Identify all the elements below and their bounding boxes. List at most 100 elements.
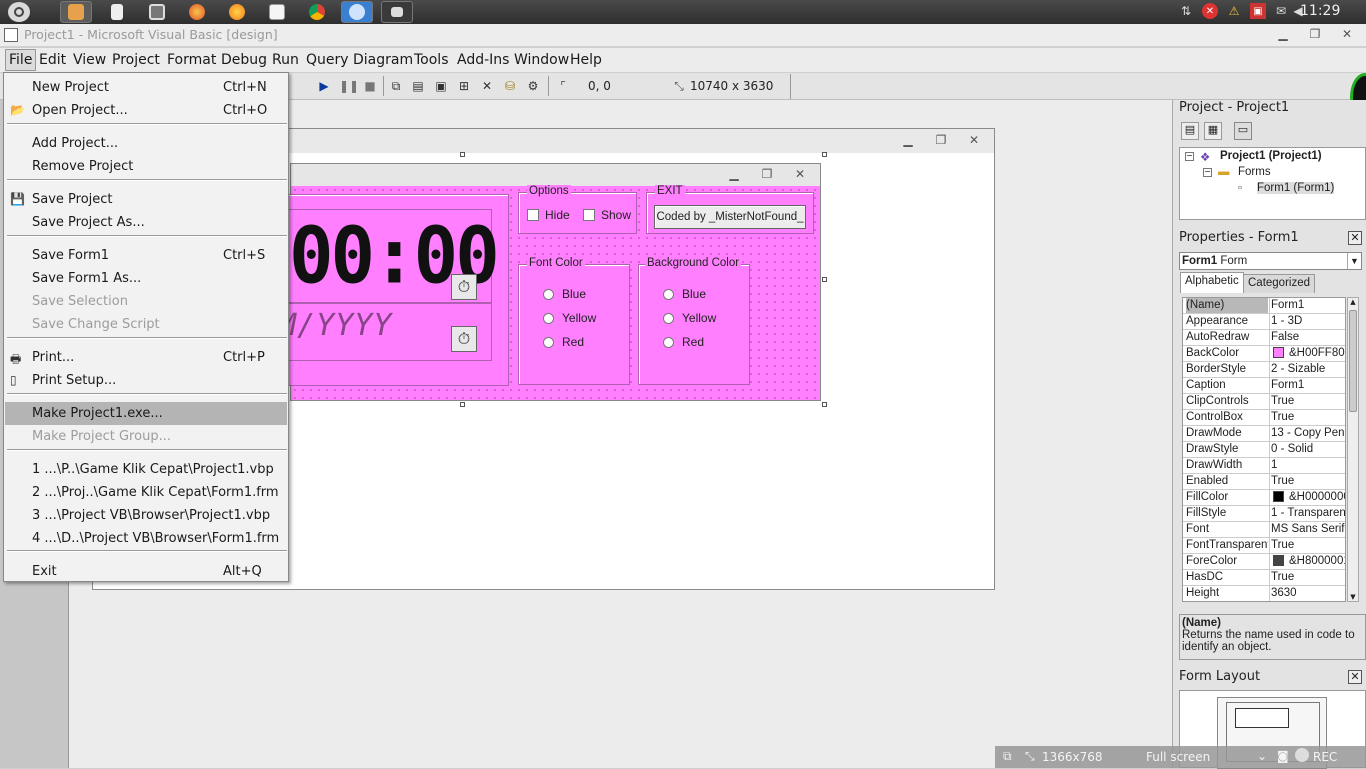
file-menu-item-open-project[interactable]: 📂 Open Project... Ctrl+O <box>5 99 287 122</box>
tree-form1-node[interactable]: Form1 (Form1) <box>1257 182 1335 194</box>
sizing-handle[interactable] <box>822 402 827 407</box>
form-position-preview[interactable] <box>1235 708 1289 728</box>
file-menu-item-save-form1[interactable]: Save Form1 Ctrl+S <box>5 244 287 267</box>
menu-run[interactable]: Run <box>272 52 299 68</box>
property-value-cell[interactable]: 2 - Sizable <box>1269 362 1345 377</box>
sizing-handle[interactable] <box>822 152 827 157</box>
object-browser-icon[interactable]: ⊞ <box>455 77 473 95</box>
bg-yellow-radio[interactable]: Yellow <box>663 311 716 325</box>
form-layout-close-icon[interactable]: ✕ <box>1348 670 1362 684</box>
property-value-cell[interactable]: MS Sans Serif <box>1269 522 1345 537</box>
file-menu-item-add-project[interactable]: Add Project... <box>5 132 287 155</box>
sizing-handle[interactable] <box>822 277 827 282</box>
form-maximize-button[interactable]: ❐ <box>758 167 776 183</box>
property-row[interactable]: BackColor&H00FF80FF& <box>1183 346 1345 362</box>
designer-minimize-button[interactable]: ▁ <box>899 133 917 149</box>
monitor-icon[interactable]: ▣ <box>1250 3 1266 19</box>
sizing-handle[interactable] <box>460 402 465 407</box>
form-layout-icon[interactable]: ▣ <box>432 77 450 95</box>
font-yellow-radio[interactable]: Yellow <box>543 311 596 325</box>
firefox-icon[interactable] <box>181 1 213 23</box>
close-button[interactable]: ✕ <box>1338 27 1356 43</box>
file-menu-item-1-p-game-klik-cepat-project1-vbp[interactable]: 1 ...\P..\Game Klik Cepat\Project1.vbp <box>5 458 287 481</box>
menu-project[interactable]: Project <box>112 52 160 68</box>
view-code-icon[interactable]: ▤ <box>1181 122 1199 140</box>
minimize-button[interactable]: ▁ <box>1274 27 1292 43</box>
property-row[interactable]: Appearance 1 - 3D <box>1183 314 1345 330</box>
file-menu-item-remove-project[interactable]: Remove Project <box>5 155 287 178</box>
files-icon[interactable] <box>60 1 92 23</box>
bg-red-radio[interactable]: Red <box>663 335 704 349</box>
object-combo[interactable]: Form1 Form ▼ <box>1179 252 1362 270</box>
dash-icon[interactable] <box>8 2 30 22</box>
view-object-icon[interactable]: ▦ <box>1204 122 1222 140</box>
start-icon[interactable]: ▶ <box>315 77 333 95</box>
rec-label[interactable]: REC <box>1313 750 1337 764</box>
property-row[interactable]: ForeColor&H80000012& <box>1183 554 1345 570</box>
file-menu-item-4-d-project-vb-browser-form1-frm[interactable]: 4 ...\D..\Project VB\Browser\Form1.frm <box>5 527 287 550</box>
file-menu-item-2-proj-game-klik-cepat-form1-frm[interactable]: 2 ...\Proj..\Game Klik Cepat\Form1.frm <box>5 481 287 504</box>
file-menu-item-save-project-as[interactable]: Save Project As... <box>5 211 287 234</box>
form-minimize-button[interactable]: ▁ <box>725 167 743 183</box>
property-value-cell[interactable]: Form1 <box>1269 298 1345 313</box>
resize-icon[interactable]: ⤡ <box>1025 749 1035 764</box>
project-tree[interactable]: − ❖ Project1 (Project1) − ▬ Forms ▫ Form… <box>1179 147 1366 220</box>
property-row[interactable]: DrawMode 13 - Copy Pen <box>1183 426 1345 442</box>
property-value-cell[interactable]: True <box>1269 538 1345 553</box>
font-blue-radio[interactable]: Blue <box>543 287 586 301</box>
designer-close-button[interactable]: ✕ <box>965 133 983 149</box>
menu-format[interactable]: Format <box>167 52 216 68</box>
mail-icon[interactable]: ✉ <box>1273 3 1289 19</box>
toolbox-icon[interactable]: ✕ <box>478 77 496 95</box>
file-menu-item-save-form1-as[interactable]: Save Form1 As... <box>5 267 287 290</box>
mode-text[interactable]: Full screen <box>1146 750 1210 764</box>
project-explorer-icon[interactable]: ⧉ <box>387 77 405 95</box>
document-icon[interactable] <box>101 1 133 23</box>
menu-add-ins[interactable]: Add-Ins <box>457 52 509 68</box>
file-menu-item-new-project[interactable]: New Project Ctrl+N <box>5 76 287 99</box>
calculator-icon[interactable] <box>261 1 293 23</box>
tab-categorized[interactable]: Categorized <box>1243 274 1316 293</box>
tab-alphabetic[interactable]: Alphabetic <box>1180 272 1244 293</box>
menu-view[interactable]: View <box>73 52 106 68</box>
property-row[interactable]: DrawWidth 1 <box>1183 458 1345 474</box>
property-value-cell[interactable]: 0 - Solid <box>1269 442 1345 457</box>
property-value-cell[interactable]: &H00FF80FF& <box>1269 346 1345 361</box>
tree-project-node[interactable]: Project1 (Project1) <box>1220 150 1322 162</box>
property-row[interactable]: FillStyle 1 - Transparent <box>1183 506 1345 522</box>
break-icon[interactable]: ❚❚ <box>339 77 359 95</box>
property-value-cell[interactable]: True <box>1269 394 1345 409</box>
data-view-icon[interactable]: ⛁ <box>501 77 519 95</box>
menu-query[interactable]: Query <box>306 52 349 68</box>
scroll-down-icon[interactable]: ▼ <box>1348 593 1358 601</box>
hide-checkbox[interactable]: Hide <box>527 208 570 222</box>
file-menu-item-print[interactable]: 🖶 Print... Ctrl+P <box>5 346 287 369</box>
menu-window[interactable]: Window <box>514 52 569 68</box>
property-value-cell[interactable]: Form1 <box>1269 378 1345 393</box>
vb-app-icon[interactable] <box>381 1 413 23</box>
file-menu-item-print-setup[interactable]: ▯ Print Setup... <box>5 369 287 392</box>
tree-forms-folder[interactable]: Forms <box>1238 166 1271 178</box>
menu-debug[interactable]: Debug <box>221 52 267 68</box>
image-viewer-icon[interactable] <box>141 1 173 23</box>
property-row[interactable]: Enabled True <box>1183 474 1345 490</box>
property-row[interactable]: Caption Form1 <box>1183 378 1345 394</box>
property-row[interactable]: Height 3630 <box>1183 586 1345 601</box>
component-manager-icon[interactable]: ⚙ <box>524 77 542 95</box>
show-checkbox[interactable]: Show <box>583 208 631 222</box>
properties-window-icon[interactable]: ▤ <box>409 77 427 95</box>
messenger-icon[interactable] <box>341 1 373 23</box>
network-transfer-icon[interactable]: ⇅ <box>1178 3 1194 19</box>
property-value-cell[interactable]: True <box>1269 474 1345 489</box>
designer-maximize-button[interactable]: ❐ <box>932 133 950 149</box>
clock[interactable]: 11:29 <box>1300 3 1340 19</box>
property-value-cell[interactable]: 13 - Copy Pen <box>1269 426 1345 441</box>
property-value-cell[interactable]: True <box>1269 570 1345 585</box>
menu-file[interactable]: File <box>5 49 37 71</box>
chrome-icon[interactable] <box>301 1 333 23</box>
file-menu-item-make-project1-exe[interactable]: Make Project1.exe... <box>5 402 287 425</box>
scroll-up-icon[interactable]: ▲ <box>1348 298 1358 306</box>
property-value-cell[interactable]: &H80000012& <box>1269 554 1345 569</box>
menu-edit[interactable]: Edit <box>39 52 66 68</box>
camera-icon[interactable]: ◙ <box>1277 749 1289 763</box>
